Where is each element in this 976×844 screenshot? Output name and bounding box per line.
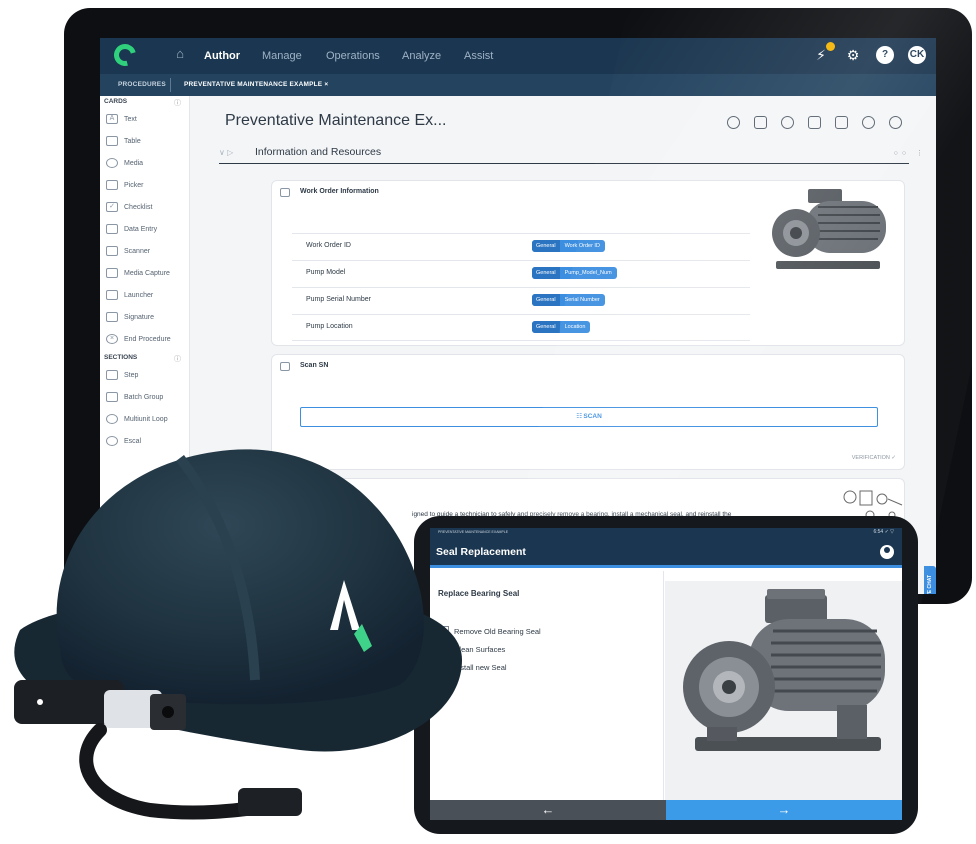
batch-group-icon xyxy=(106,392,118,402)
media-panel-header xyxy=(665,571,902,581)
variable-chip[interactable]: General Pump_Model_Num xyxy=(532,267,617,279)
procedure-tabs: PROCEDURES PREVENTATIVE MAINTENANCE EXAM… xyxy=(100,74,936,96)
work-order-card-title: Work Order Information xyxy=(300,188,379,195)
page-title[interactable]: Preventative Maintenance Ex... xyxy=(225,112,446,130)
tablet-screen: PREVENTATIVE MAINTENANCE EXAMPLE 6:54 ✓ … xyxy=(430,528,902,820)
tablet-status-bar: PREVENTATIVE MAINTENANCE EXAMPLE 6:54 ✓ … xyxy=(430,528,902,538)
smart-glasses-image xyxy=(14,680,302,820)
help-icon[interactable]: ? xyxy=(876,46,894,64)
sidebar-item-checklist[interactable]: ✓ Checklist xyxy=(106,200,152,214)
user-icon[interactable] xyxy=(880,545,894,559)
arrow-left-icon: ← xyxy=(541,802,555,817)
variable-chip[interactable]: General Serial Number xyxy=(532,294,605,306)
sidebar-item-signature[interactable]: Signature xyxy=(106,310,154,324)
nav-assist[interactable]: Assist xyxy=(464,38,493,74)
notification-icon[interactable]: ⚡ xyxy=(812,42,835,64)
table-row: Work Order ID General Work Order ID xyxy=(292,233,750,260)
app-logo-icon[interactable] xyxy=(109,39,141,71)
work-order-card[interactable]: Work Order Information Work Order ID Gen… xyxy=(271,180,905,346)
status-time: 6:54 ✓ ▽ xyxy=(873,529,894,535)
arrow-right-icon: → xyxy=(777,802,791,817)
top-navigation: ⌂ Author Manage Operations Analyze Assis… xyxy=(100,38,936,74)
variable-chip[interactable]: General Location xyxy=(532,321,591,333)
row-label: Work Order ID xyxy=(306,242,351,249)
table-icon xyxy=(280,188,290,197)
launcher-icon xyxy=(106,290,118,300)
sections-heading: SECTIONS xyxy=(104,354,138,361)
comment-icon[interactable] xyxy=(889,116,902,129)
end-procedure-icon: × xyxy=(106,334,118,344)
home-icon[interactable]: ⌂ xyxy=(172,46,188,62)
tab-preventative-maintenance[interactable]: PREVENTATIVE MAINTENANCE EXAMPLE × xyxy=(184,74,328,96)
row-label: Pump Location xyxy=(306,323,353,330)
scan-card-title: Scan SN xyxy=(300,362,329,369)
settings-icon[interactable]: ⚙ xyxy=(844,46,862,64)
scanner-icon xyxy=(280,362,290,371)
table-row: Pump Location General Location xyxy=(292,314,750,341)
pump-3d-image[interactable] xyxy=(677,587,891,765)
live-chat-button[interactable]: LIVE CHAT xyxy=(924,566,936,594)
cards-heading: CARDS xyxy=(104,98,128,105)
sidebar-item-end-procedure[interactable]: × End Procedure xyxy=(106,332,171,346)
row-label: Pump Model xyxy=(306,269,346,276)
section-header[interactable]: ∨ ▷ Information and Resources ○○ ⋮ xyxy=(219,146,923,164)
undo-icon[interactable] xyxy=(862,116,875,129)
chevron-down-icon[interactable]: ∨ ▷ xyxy=(219,148,233,157)
sections-info-icon[interactable]: ⓘ xyxy=(174,354,181,364)
user-avatar[interactable]: CK xyxy=(908,46,926,64)
nav-operations[interactable]: Operations xyxy=(326,38,380,74)
sidebar-item-media-capture[interactable]: Media Capture xyxy=(106,266,170,280)
back-button[interactable]: ← xyxy=(430,800,666,820)
sidebar-item-scanner[interactable]: Scanner xyxy=(106,244,150,258)
gear-icon[interactable] xyxy=(781,116,794,129)
sidebar-item-table[interactable]: Table xyxy=(106,134,141,148)
media-icon xyxy=(106,158,118,168)
tab-procedures[interactable]: PROCEDURES xyxy=(118,74,166,96)
data-entry-icon xyxy=(106,224,118,234)
sidebar-item-media[interactable]: Media xyxy=(106,156,143,170)
variable-chip[interactable]: General Work Order ID xyxy=(532,240,605,252)
next-button[interactable]: → xyxy=(666,800,902,820)
table-row: Pump Serial Number General Serial Number xyxy=(292,287,750,314)
table-row: Pump Model General Pump_Model_Num xyxy=(292,260,750,287)
tablet-header: Seal Replacement xyxy=(430,538,902,568)
pump-media-panel xyxy=(665,571,902,802)
table-icon xyxy=(106,136,118,146)
checklist-icon: ✓ xyxy=(106,202,118,212)
eye-icon[interactable] xyxy=(727,116,740,129)
pump-image xyxy=(772,189,886,269)
sidebar-item-batch-group[interactable]: Batch Group xyxy=(106,390,163,404)
step-icon xyxy=(106,370,118,380)
section-tools-icon[interactable]: ○○ ⋮ xyxy=(894,149,927,157)
section-title[interactable]: Information and Resources xyxy=(255,146,381,158)
nav-author[interactable]: Author xyxy=(204,38,240,74)
save-icon[interactable] xyxy=(808,116,821,129)
notification-badge xyxy=(826,42,835,51)
sidebar-item-picker[interactable]: Picker xyxy=(106,178,143,192)
picker-icon xyxy=(106,180,118,190)
row-label: Pump Serial Number xyxy=(306,296,371,303)
verification-label[interactable]: VERIFICATION ✓ xyxy=(852,455,896,461)
nav-analyze[interactable]: Analyze xyxy=(402,38,441,74)
scanner-icon xyxy=(106,246,118,256)
nav-manage[interactable]: Manage xyxy=(262,38,302,74)
sidebar-item-text[interactable]: A Text xyxy=(106,112,137,126)
tablet-device: PREVENTATIVE MAINTENANCE EXAMPLE 6:54 ✓ … xyxy=(414,516,918,834)
tab-divider xyxy=(170,78,171,92)
export-icon[interactable] xyxy=(835,116,848,129)
sidebar-item-launcher[interactable]: Launcher xyxy=(106,288,153,302)
camera-icon xyxy=(106,268,118,278)
text-icon: A xyxy=(106,114,118,124)
cards-info-icon[interactable]: ⓘ xyxy=(174,98,181,108)
sidebar-item-data-entry[interactable]: Data Entry xyxy=(106,222,157,236)
signature-icon xyxy=(106,312,118,322)
sidebar-item-step[interactable]: Step xyxy=(106,368,138,382)
database-icon[interactable] xyxy=(754,116,767,129)
editor-toolbar xyxy=(727,116,902,129)
